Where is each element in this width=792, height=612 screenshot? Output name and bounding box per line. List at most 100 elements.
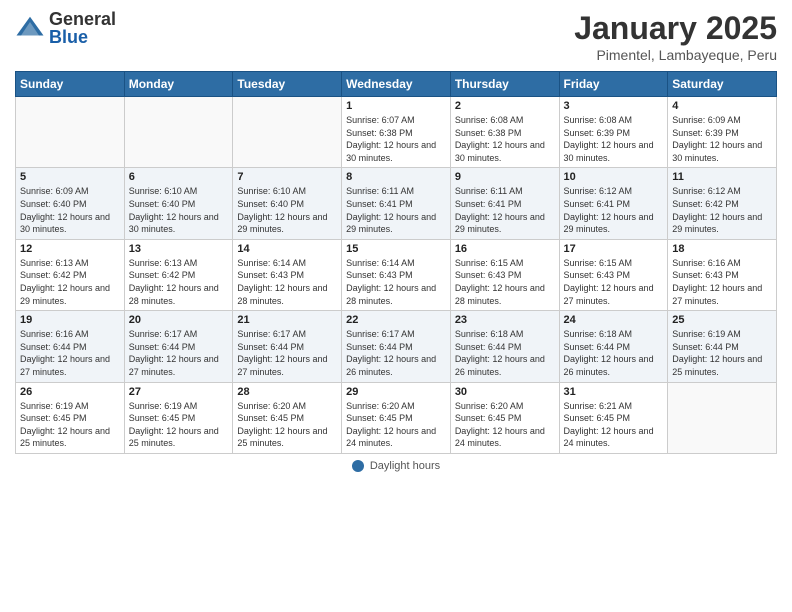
calendar-week-row: 19 Sunrise: 6:16 AM Sunset: 6:44 PM Dayli…	[16, 311, 777, 382]
day-number: 22	[346, 314, 446, 326]
calendar-cell: 23 Sunrise: 6:18 AM Sunset: 6:44 PM Dayli…	[450, 311, 559, 382]
day-number: 5	[20, 171, 120, 183]
day-info: Sunrise: 6:21 AM Sunset: 6:45 PM Dayligh…	[564, 400, 664, 450]
day-number: 11	[672, 171, 772, 183]
calendar-cell: 19 Sunrise: 6:16 AM Sunset: 6:44 PM Dayli…	[16, 311, 125, 382]
day-number: 6	[129, 171, 229, 183]
calendar-week-row: 1 Sunrise: 6:07 AM Sunset: 6:38 PM Daylig…	[16, 97, 777, 168]
day-number: 26	[20, 386, 120, 398]
calendar-cell: 8 Sunrise: 6:11 AM Sunset: 6:41 PM Daylig…	[342, 168, 451, 239]
calendar-cell: 21 Sunrise: 6:17 AM Sunset: 6:44 PM Dayli…	[233, 311, 342, 382]
calendar-header-row: SundayMondayTuesdayWednesdayThursdayFrid…	[16, 72, 777, 97]
logo: General Blue	[15, 10, 116, 46]
title-block: January 2025 Pimentel, Lambayeque, Peru	[574, 10, 777, 63]
day-info: Sunrise: 6:09 AM Sunset: 6:39 PM Dayligh…	[672, 114, 772, 164]
day-info: Sunrise: 6:17 AM Sunset: 6:44 PM Dayligh…	[346, 328, 446, 378]
day-info: Sunrise: 6:16 AM Sunset: 6:44 PM Dayligh…	[20, 328, 120, 378]
day-info: Sunrise: 6:16 AM Sunset: 6:43 PM Dayligh…	[672, 257, 772, 307]
day-number: 25	[672, 314, 772, 326]
day-number: 17	[564, 243, 664, 255]
day-number: 8	[346, 171, 446, 183]
calendar-cell: 5 Sunrise: 6:09 AM Sunset: 6:40 PM Daylig…	[16, 168, 125, 239]
calendar-week-row: 5 Sunrise: 6:09 AM Sunset: 6:40 PM Daylig…	[16, 168, 777, 239]
day-info: Sunrise: 6:12 AM Sunset: 6:42 PM Dayligh…	[672, 185, 772, 235]
calendar-cell: 11 Sunrise: 6:12 AM Sunset: 6:42 PM Dayli…	[668, 168, 777, 239]
logo-blue-text: Blue	[49, 27, 88, 47]
day-number: 29	[346, 386, 446, 398]
day-info: Sunrise: 6:14 AM Sunset: 6:43 PM Dayligh…	[346, 257, 446, 307]
day-number: 31	[564, 386, 664, 398]
calendar-cell: 12Sunrise: 6:13 AM Sunset: 6:42 PM Dayli…	[16, 239, 125, 310]
day-number: 27	[129, 386, 229, 398]
day-number: 19	[20, 314, 120, 326]
calendar-cell: 31 Sunrise: 6:21 AM Sunset: 6:45 PM Dayli…	[559, 382, 668, 453]
day-info: Sunrise: 6:20 AM Sunset: 6:45 PM Dayligh…	[237, 400, 337, 450]
day-number: 2	[455, 100, 555, 112]
day-info: Sunrise: 6:18 AM Sunset: 6:44 PM Dayligh…	[455, 328, 555, 378]
calendar-cell: 15 Sunrise: 6:14 AM Sunset: 6:43 PM Dayli…	[342, 239, 451, 310]
calendar-cell: 25Sunrise: 6:19 AM Sunset: 6:44 PM Dayli…	[668, 311, 777, 382]
col-header-saturday: Saturday	[668, 72, 777, 97]
day-info: Sunrise: 6:13 AM Sunset: 6:42 PM Dayligh…	[129, 257, 229, 307]
day-info: Sunrise: 6:07 AM Sunset: 6:38 PM Dayligh…	[346, 114, 446, 164]
calendar-cell: 16 Sunrise: 6:15 AM Sunset: 6:43 PM Dayli…	[450, 239, 559, 310]
calendar-cell: 28Sunrise: 6:20 AM Sunset: 6:45 PM Dayli…	[233, 382, 342, 453]
logo-text: General Blue	[49, 10, 116, 46]
calendar-cell: 22 Sunrise: 6:17 AM Sunset: 6:44 PM Dayli…	[342, 311, 451, 382]
day-info: Sunrise: 6:12 AM Sunset: 6:41 PM Dayligh…	[564, 185, 664, 235]
day-number: 14	[237, 243, 337, 255]
calendar-cell: 4Sunrise: 6:09 AM Sunset: 6:39 PM Daylig…	[668, 97, 777, 168]
calendar-cell: 26 Sunrise: 6:19 AM Sunset: 6:45 PM Dayli…	[16, 382, 125, 453]
day-number: 15	[346, 243, 446, 255]
calendar-cell	[16, 97, 125, 168]
day-number: 24	[564, 314, 664, 326]
day-info: Sunrise: 6:18 AM Sunset: 6:44 PM Dayligh…	[564, 328, 664, 378]
day-info: Sunrise: 6:15 AM Sunset: 6:43 PM Dayligh…	[455, 257, 555, 307]
day-info: Sunrise: 6:20 AM Sunset: 6:45 PM Dayligh…	[455, 400, 555, 450]
day-info: Sunrise: 6:19 AM Sunset: 6:45 PM Dayligh…	[129, 400, 229, 450]
day-number: 10	[564, 171, 664, 183]
calendar-cell: 7Sunrise: 6:10 AM Sunset: 6:40 PM Daylig…	[233, 168, 342, 239]
day-info: Sunrise: 6:17 AM Sunset: 6:44 PM Dayligh…	[237, 328, 337, 378]
col-header-monday: Monday	[124, 72, 233, 97]
calendar-cell: 17Sunrise: 6:15 AM Sunset: 6:43 PM Dayli…	[559, 239, 668, 310]
calendar-cell	[668, 382, 777, 453]
day-info: Sunrise: 6:11 AM Sunset: 6:41 PM Dayligh…	[346, 185, 446, 235]
col-header-wednesday: Wednesday	[342, 72, 451, 97]
logo-icon	[15, 13, 45, 43]
day-number: 16	[455, 243, 555, 255]
page: General Blue January 2025 Pimentel, Lamb…	[0, 0, 792, 612]
day-info: Sunrise: 6:14 AM Sunset: 6:43 PM Dayligh…	[237, 257, 337, 307]
logo-general-text: General	[49, 9, 116, 29]
calendar-cell: 18 Sunrise: 6:16 AM Sunset: 6:43 PM Dayli…	[668, 239, 777, 310]
calendar-cell: 30 Sunrise: 6:20 AM Sunset: 6:45 PM Dayli…	[450, 382, 559, 453]
calendar-cell: 9Sunrise: 6:11 AM Sunset: 6:41 PM Daylig…	[450, 168, 559, 239]
calendar-cell	[233, 97, 342, 168]
day-number: 7	[237, 171, 337, 183]
day-number: 9	[455, 171, 555, 183]
day-info: Sunrise: 6:10 AM Sunset: 6:40 PM Dayligh…	[129, 185, 229, 235]
day-number: 18	[672, 243, 772, 255]
day-number: 1	[346, 100, 446, 112]
header: General Blue January 2025 Pimentel, Lamb…	[15, 10, 777, 63]
calendar-table: SundayMondayTuesdayWednesdayThursdayFrid…	[15, 71, 777, 454]
calendar-cell: 20Sunrise: 6:17 AM Sunset: 6:44 PM Dayli…	[124, 311, 233, 382]
calendar-cell: 27 Sunrise: 6:19 AM Sunset: 6:45 PM Dayli…	[124, 382, 233, 453]
calendar-subtitle: Pimentel, Lambayeque, Peru	[574, 47, 777, 63]
day-info: Sunrise: 6:09 AM Sunset: 6:40 PM Dayligh…	[20, 185, 120, 235]
day-number: 3	[564, 100, 664, 112]
day-number: 23	[455, 314, 555, 326]
day-number: 30	[455, 386, 555, 398]
calendar-cell: 14 Sunrise: 6:14 AM Sunset: 6:43 PM Dayli…	[233, 239, 342, 310]
day-info: Sunrise: 6:08 AM Sunset: 6:38 PM Dayligh…	[455, 114, 555, 164]
footer-label: Daylight hours	[370, 460, 440, 472]
calendar-cell	[124, 97, 233, 168]
footer: Daylight hours	[15, 460, 777, 472]
calendar-week-row: 26 Sunrise: 6:19 AM Sunset: 6:45 PM Dayli…	[16, 382, 777, 453]
day-number: 13	[129, 243, 229, 255]
day-number: 21	[237, 314, 337, 326]
day-info: Sunrise: 6:19 AM Sunset: 6:45 PM Dayligh…	[20, 400, 120, 450]
footer-dot	[352, 460, 364, 472]
calendar-cell: 10 Sunrise: 6:12 AM Sunset: 6:41 PM Dayli…	[559, 168, 668, 239]
day-info: Sunrise: 6:13 AM Sunset: 6:42 PM Dayligh…	[20, 257, 120, 307]
